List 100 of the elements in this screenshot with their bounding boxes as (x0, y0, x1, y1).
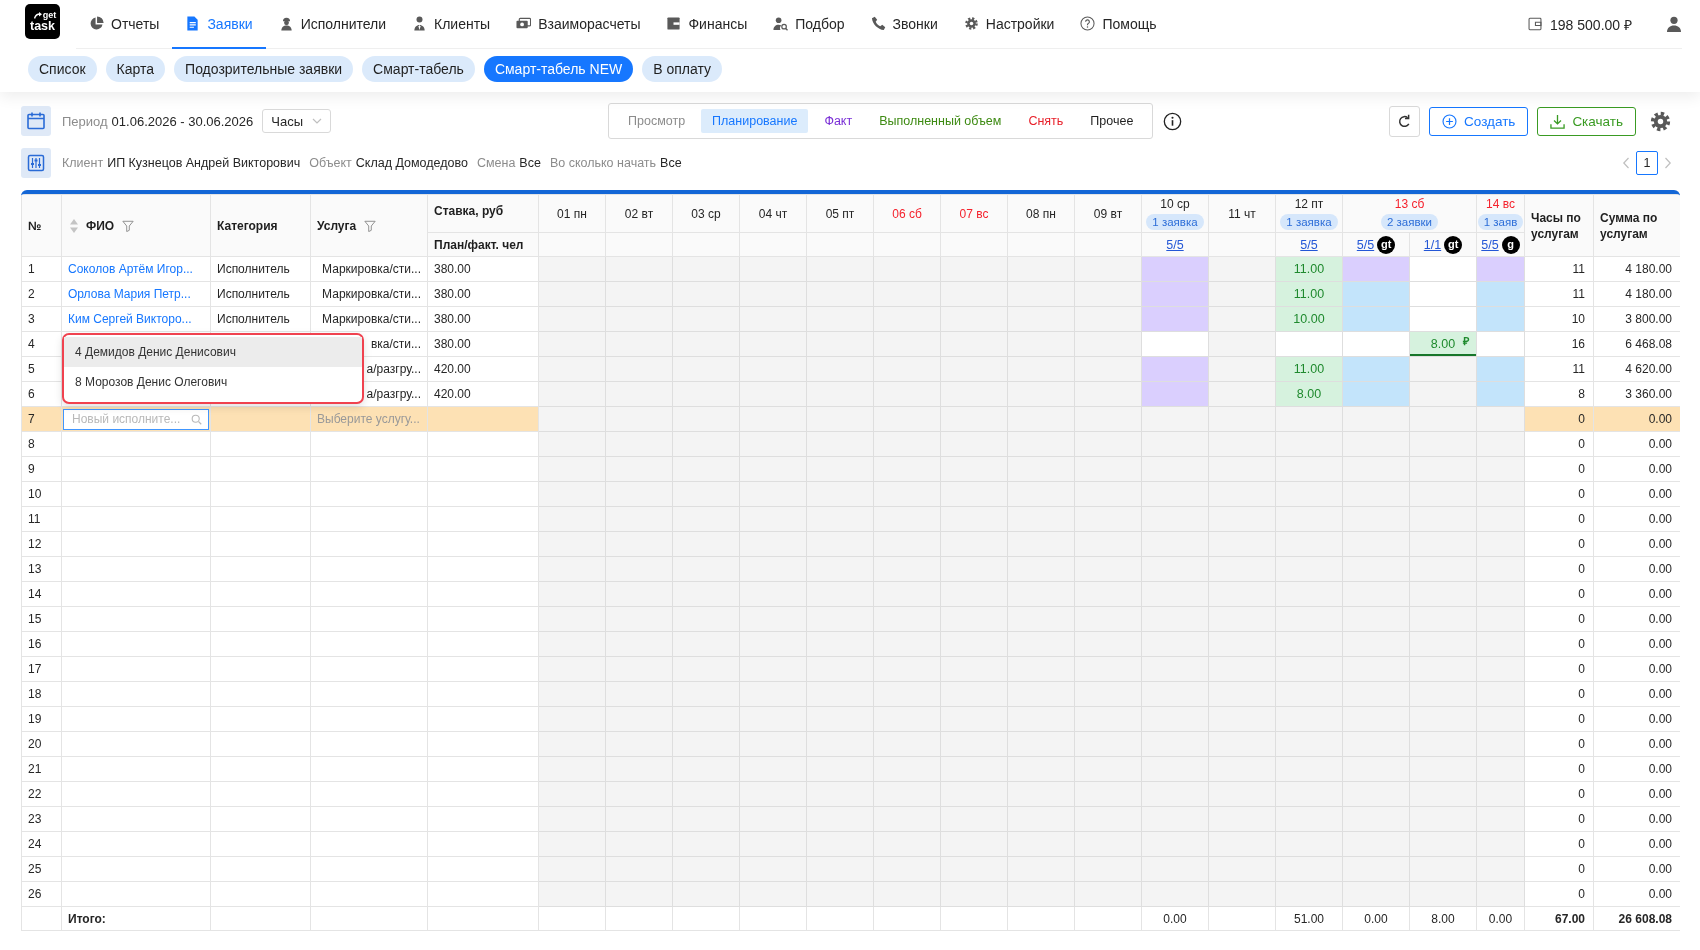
sort-icon[interactable] (70, 218, 78, 233)
filter-value[interactable]: ИП Кузнецов Андрей Викторович (107, 156, 301, 170)
table-cell: 420.00 (427, 381, 539, 407)
table-cell: 0.00 (1476, 906, 1525, 931)
table-cell: 26 (21, 881, 62, 907)
dropdown-option[interactable]: 8 Морозов Денис Олегович (64, 367, 362, 397)
calendar-icon[interactable] (21, 106, 51, 136)
hours-value: 10.00 (1293, 312, 1325, 326)
info-icon[interactable] (1163, 111, 1183, 131)
table-cell: 17 (21, 656, 62, 682)
search-icon (191, 413, 202, 425)
nav-tab[interactable]: Исполнители (265, 0, 400, 49)
subnav-tab[interactable]: В оплату (642, 56, 722, 82)
column-header[interactable]: ФИО (86, 218, 115, 233)
subnav-tab[interactable]: Смарт-табель NEW (483, 56, 634, 82)
mode-tab[interactable]: Снять (1017, 109, 1075, 133)
day-header: 13 сб (1394, 197, 1425, 211)
chevron-left-icon[interactable] (1622, 157, 1630, 169)
filter-icon[interactable] (122, 219, 135, 232)
column-header: Услуга (317, 218, 357, 233)
refresh-button[interactable] (1389, 105, 1421, 137)
table-cell: 3 (21, 306, 62, 332)
day-header: 12 пт (1294, 197, 1324, 211)
table-cell: 0 (1524, 781, 1594, 807)
table-cell: 0 (1524, 706, 1594, 732)
table-cell: 14 (21, 581, 62, 607)
person-search-icon (773, 16, 789, 31)
mode-tab[interactable]: Просмотр (617, 109, 697, 133)
table-cell: 0 (1524, 631, 1594, 657)
document-icon (185, 16, 201, 31)
nav-tab[interactable]: Клиенты (399, 0, 504, 49)
subnav-tab[interactable]: Карта (105, 56, 166, 82)
table-cell: 380.00 (427, 306, 539, 332)
table-cell: 2 (21, 281, 62, 307)
hours-value: 11.00 (1293, 362, 1325, 376)
period-label: Период (62, 113, 108, 129)
table-cell: 22 (21, 781, 62, 807)
performer-search-field[interactable]: Новый исполните... (63, 408, 209, 430)
table-cell: 18 (21, 681, 62, 707)
request-count-badge[interactable]: 1 заявка (1146, 214, 1204, 230)
mode-tab[interactable]: Факт (813, 109, 864, 133)
table-cell: 67.00 (1524, 906, 1594, 931)
table-cell: 0 (1524, 831, 1594, 857)
table-cell: Исполнитель (210, 256, 311, 282)
table-cell: 11 (1524, 281, 1594, 307)
filter-label: Клиент (62, 156, 104, 170)
request-count-badge[interactable]: 2 заявки (1380, 214, 1439, 230)
nav-tab[interactable]: Заявки (172, 0, 266, 49)
table-cell: 0 (1524, 506, 1594, 532)
page-button[interactable]: 1 (1636, 151, 1658, 175)
user-icon[interactable] (1666, 16, 1682, 32)
table-cell: 0 (1524, 481, 1594, 507)
nav-tab[interactable]: Звонки (857, 0, 951, 49)
staffing-link[interactable]: 1/1 (1423, 237, 1442, 252)
nav-tab[interactable]: Финансы (653, 0, 761, 49)
mode-tab[interactable]: Выполненный объем (868, 109, 1013, 133)
nav-tab[interactable]: Настройки (950, 0, 1068, 49)
sliders-icon[interactable] (21, 148, 51, 178)
logo-text: get (42, 11, 57, 20)
nav-tab[interactable]: Помощь (1067, 0, 1170, 49)
mode-tab[interactable]: Планирование (701, 109, 809, 133)
create-button[interactable]: Создать (1429, 106, 1529, 136)
mode-tab[interactable]: Прочее (1079, 109, 1145, 133)
subnav-tab[interactable]: Смарт-табель (362, 56, 475, 82)
nav-tab[interactable]: Взаиморасчеты (503, 0, 654, 49)
table-cell: 0 (1524, 531, 1594, 557)
table-cell: 0 (1524, 731, 1594, 757)
column-header: Ставка, руб (434, 204, 504, 218)
nav-tab[interactable]: Отчеты (76, 0, 173, 49)
day-header: 02 вт (624, 206, 654, 221)
request-count-badge[interactable]: 1 заяв (1477, 214, 1524, 230)
staffing-link[interactable]: 5/5 (1300, 237, 1318, 252)
period-value[interactable]: 01.06.2026 - 30.06.2026 (111, 113, 254, 129)
staffing-link[interactable]: 5/5 (1481, 237, 1499, 252)
filter-value[interactable]: Склад Домодедово (355, 156, 468, 170)
table-cell: 12 (21, 531, 62, 557)
staffing-link[interactable]: 5/5 (1166, 237, 1184, 252)
subnav-tab[interactable]: Подозрительные заявки (174, 56, 354, 82)
download-button[interactable]: Скачать (1537, 106, 1636, 136)
day-header: 03 ср (691, 206, 721, 221)
staffing-link[interactable]: 5/5 (1356, 237, 1375, 252)
table-cell: 10 (1524, 306, 1594, 332)
filter-icon[interactable] (364, 219, 377, 232)
filter-value[interactable]: Все (660, 156, 682, 170)
filter-value[interactable]: Все (519, 156, 541, 170)
app-logo[interactable]: get task (25, 4, 60, 39)
chevron-right-icon[interactable] (1664, 157, 1672, 169)
table-cell: 16 (1524, 331, 1594, 357)
nav-tab[interactable]: Подбор (760, 0, 858, 49)
column-header: № (28, 218, 42, 233)
arrow-icon (33, 12, 42, 19)
settings-icon[interactable] (1649, 109, 1672, 133)
table-cell: 0 (1524, 456, 1594, 482)
request-count-badge[interactable]: 1 заявка (1280, 214, 1338, 230)
day-header: 07 вс (959, 206, 989, 221)
subnav-tab[interactable]: Список (28, 56, 97, 82)
table-cell: 0 (1524, 556, 1594, 582)
table-cell: 0 (1524, 856, 1594, 882)
unit-select[interactable]: Часы (262, 109, 332, 133)
dropdown-option[interactable]: 4 Демидов Денис Денисович (64, 337, 362, 367)
